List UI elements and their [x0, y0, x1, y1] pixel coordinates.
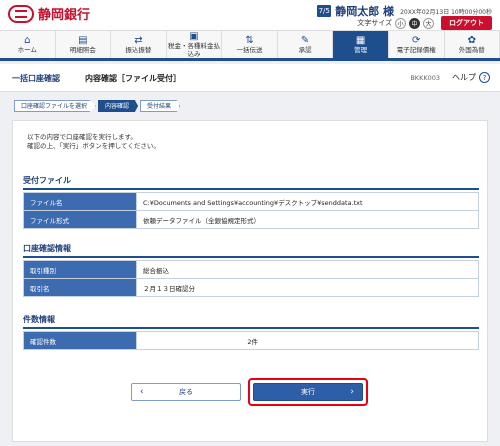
font-size-controls: 文字サイズ 小 中 大 ログアウト	[357, 16, 492, 30]
check-count-value: 2件	[136, 331, 479, 350]
help-icon: ?	[479, 72, 490, 83]
transaction-name-value: ２月１３日確認分	[136, 278, 479, 297]
received-file-table: ファイル名 C:¥Documents and Settings¥accountin…	[23, 192, 479, 229]
page-title-bar: 一括口座確認 内容確認［ファイル受付］ BKKK003 ヘルプ?	[0, 64, 500, 92]
help-link[interactable]: ヘルプ?	[452, 72, 490, 83]
header: 静岡銀行 7/5 静岡太郎 様 20XX年02月13日 10時00分00秒 文字…	[0, 0, 500, 30]
login-datetime: 20XX年02月13日 10時00分00秒	[400, 8, 492, 16]
transaction-type-value: 総合振込	[136, 260, 479, 279]
nav-forex[interactable]: ✿ 外国為替	[445, 31, 500, 58]
font-size-small-button[interactable]: 小	[395, 17, 406, 29]
step-result: 受付結果	[140, 100, 181, 112]
account-info-table: 取引種別 総合振込 取引名 ２月１３日確認分	[23, 260, 479, 297]
nav-statement[interactable]: ▤ 明細照会	[56, 31, 112, 58]
table-row: ファイル名 C:¥Documents and Settings¥accountin…	[23, 192, 479, 211]
step-confirm: 内容確認	[98, 100, 139, 112]
instructions: 以下の内容で口座確認を実行します。 確認の上、「実行」ボタンを押してください。	[27, 133, 160, 150]
nav-admin[interactable]: ▦ 管理	[333, 31, 389, 58]
admin-icon: ▦	[355, 35, 366, 46]
nav-bulk-transfer[interactable]: ⇅ 一括伝送	[222, 31, 278, 58]
screen-code: BKKK003	[410, 74, 440, 82]
bank-logo-icon	[8, 4, 34, 23]
step-select-file: 口座確認ファイルを選択	[14, 100, 97, 112]
chevron-right-icon: ›	[350, 387, 354, 397]
nav-transfer[interactable]: ⇄ 振込振替	[111, 31, 167, 58]
tax-icon: ▣	[189, 31, 199, 42]
section-received-file: 受付ファイル	[23, 175, 479, 190]
nav-home[interactable]: ⌂ ホーム	[0, 31, 56, 58]
table-row: ファイル形式 依頼データファイル（全銀協規定形式）	[23, 210, 479, 229]
execute-button[interactable]: 実行 ›	[253, 383, 363, 401]
chevron-left-icon: ‹	[140, 387, 144, 397]
table-row: 取引名 ２月１３日確認分	[23, 278, 479, 297]
progress-steps: 口座確認ファイルを選択 内容確認 受付結果	[14, 100, 182, 112]
section-count-info: 件数情報	[23, 314, 479, 329]
nav-e-record[interactable]: ⟳ 電子記録債権	[389, 31, 445, 58]
global-nav: ⌂ ホーム ▤ 明細照会 ⇄ 振込振替 ▣ 税金・各種料金払込み ⇅ 一括伝送 ✎ 承認 ▦…	[0, 30, 500, 61]
list-icon: ▤	[78, 35, 88, 46]
home-icon: ⌂	[24, 35, 31, 46]
table-row: 取引種別 総合振込	[23, 260, 479, 279]
section-account-info: 口座確認情報	[23, 243, 479, 258]
table-row: 確認件数 2件	[23, 331, 479, 350]
page-category: 一括口座確認	[12, 74, 60, 83]
font-size-large-button[interactable]: 大	[423, 17, 434, 29]
fx-icon: ✿	[467, 35, 476, 46]
record-icon: ⟳	[412, 35, 421, 46]
font-size-label: 文字サイズ	[357, 19, 392, 27]
approve-icon: ✎	[300, 35, 310, 46]
bank-logo[interactable]: 静岡銀行	[8, 4, 90, 23]
file-format-value: 依頼データファイル（全銀協規定形式）	[136, 210, 479, 229]
bank-name: 静岡銀行	[38, 8, 91, 23]
logout-button[interactable]: ログアウト	[441, 16, 492, 30]
user-badge-icon: 7/5	[317, 5, 332, 17]
nav-approval[interactable]: ✎ 承認	[278, 31, 334, 58]
content-panel: 以下の内容で口座確認を実行します。 確認の上、「実行」ボタンを押してください。 …	[12, 120, 488, 442]
back-button[interactable]: ‹ 戻る	[131, 383, 241, 401]
page-title: 内容確認［ファイル受付］	[85, 74, 181, 83]
bulk-icon: ⇅	[245, 35, 254, 46]
count-info-table: 確認件数 2件	[23, 331, 479, 350]
font-size-medium-button[interactable]: 中	[409, 17, 420, 29]
transfer-icon: ⇄	[134, 35, 143, 46]
nav-tax-payment[interactable]: ▣ 税金・各種料金払込み	[167, 31, 223, 58]
file-name-value: C:¥Documents and Settings¥accounting¥デスク…	[136, 192, 479, 211]
